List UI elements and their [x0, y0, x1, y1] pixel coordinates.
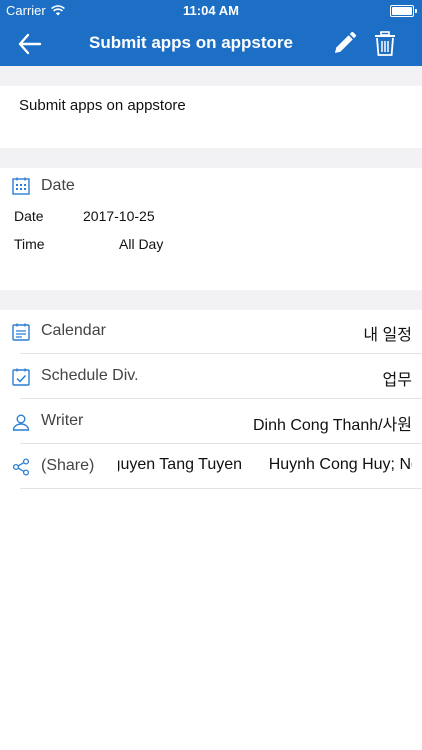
- time-label: Time: [14, 236, 45, 252]
- subject-text: Submit apps on appstore: [19, 97, 186, 114]
- share-icon: [12, 458, 30, 476]
- battery-icon: [390, 5, 417, 17]
- date-label: Date: [14, 208, 44, 224]
- schedule-div-row[interactable]: Schedule Div. 업무: [0, 355, 422, 399]
- share-row[interactable]: (Share) Nguyen Tang Tuyen Huynh Cong Huy…: [0, 445, 422, 489]
- writer-label: Writer: [41, 412, 84, 429]
- time-value: All Day: [119, 236, 164, 252]
- person-icon: [12, 414, 30, 431]
- writer-row[interactable]: Writer Dinh Cong Thanh/사원: [0, 400, 422, 444]
- date-section-title: Date: [41, 177, 75, 194]
- section-separator: [0, 66, 422, 86]
- navigation-bar: Submit apps on appstore: [0, 22, 422, 66]
- pencil-icon[interactable]: [330, 30, 358, 58]
- calendar-label: Calendar: [41, 322, 106, 339]
- calendar-grid-icon: [12, 177, 30, 195]
- share-label: (Share): [41, 457, 95, 474]
- calendar-check-icon: [12, 368, 30, 386]
- calendar-row[interactable]: Calendar 내 일정: [0, 310, 422, 354]
- date-section-header: Date: [11, 176, 75, 196]
- row-divider: [20, 398, 422, 399]
- date-value: 2017-10-25: [83, 208, 155, 224]
- calendar-value: 내 일정: [363, 327, 412, 344]
- share-recipients-text: Nguyen Tang Tuyen Huynh Cong Huy; Nguyen: [118, 456, 412, 473]
- section-separator: [0, 148, 422, 168]
- row-divider: [20, 443, 422, 444]
- status-bar: Carrier 11:04 AM: [0, 0, 422, 22]
- date-section: Date Date 2017-10-25 Time All Day: [0, 168, 422, 290]
- row-divider: [20, 353, 422, 354]
- subject-section: Submit apps on appstore: [0, 86, 422, 148]
- row-divider: [20, 488, 422, 489]
- section-separator: [0, 290, 422, 310]
- back-arrow-icon[interactable]: [14, 30, 46, 58]
- schedule-div-label: Schedule Div.: [41, 367, 139, 384]
- writer-value: Dinh Cong Thanh/사원: [252, 417, 412, 434]
- trash-icon[interactable]: [372, 30, 398, 58]
- calendar-icon: [12, 323, 30, 341]
- page-title: Submit apps on appstore: [88, 33, 294, 52]
- share-recipients[interactable]: Nguyen Tang Tuyen Huynh Cong Huy; Nguyen: [118, 456, 412, 474]
- status-time: 11:04 AM: [183, 3, 239, 18]
- schedule-div-value: 업무: [382, 372, 412, 389]
